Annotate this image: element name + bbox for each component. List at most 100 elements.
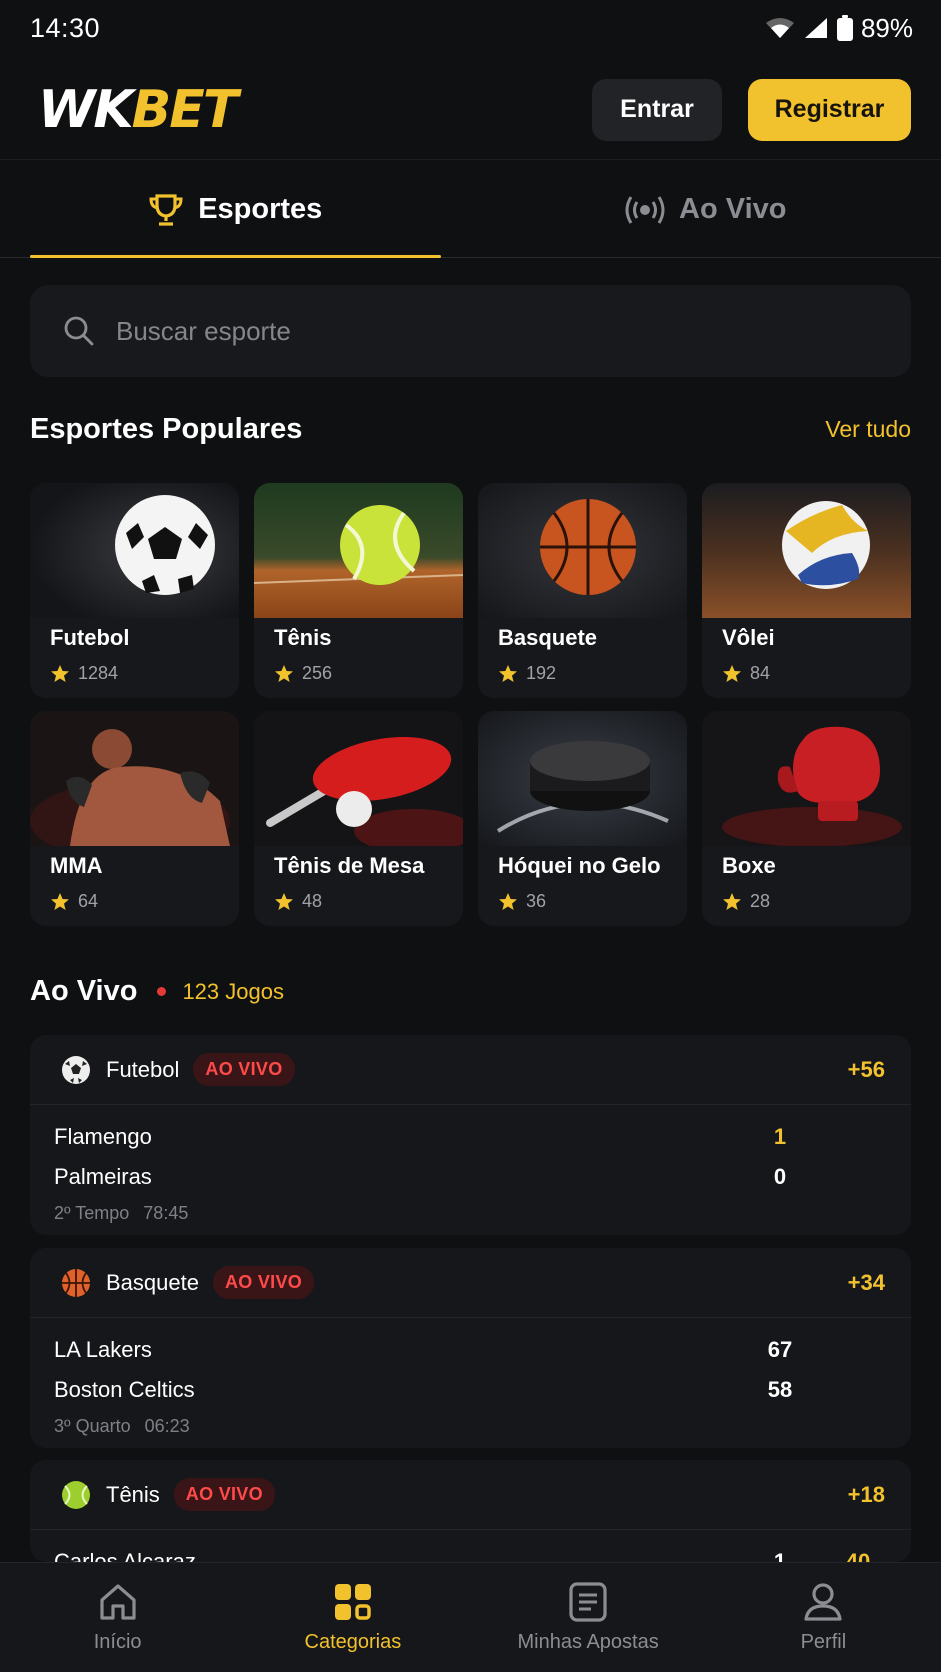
sport-name: Basquete	[498, 625, 598, 650]
live-match-card[interactable]: Basquete AO VIVO +34 LA Lakers 67 Boston…	[30, 1248, 911, 1448]
sport-card-futebol[interactable]: Futebol 1284	[30, 483, 239, 698]
sport-card-volei[interactable]: Vôlei 84	[702, 483, 911, 698]
basketball-image	[478, 483, 687, 618]
sport-card-mma[interactable]: MMA 64	[30, 711, 239, 926]
tab-esportes[interactable]: Esportes	[0, 162, 471, 258]
sport-card-boxe[interactable]: Boxe 28	[702, 711, 911, 926]
wifi-icon	[765, 18, 794, 38]
star-icon	[275, 664, 293, 682]
live-games-count: 123 Jogos	[182, 978, 284, 1004]
nav-categorias[interactable]: Categorias	[235, 1563, 470, 1672]
sport-meta: 1284	[50, 663, 118, 684]
sport-card-hoquei-no-gelo[interactable]: Hóquei no Gelo 36	[478, 711, 687, 926]
sport-count: 48	[302, 891, 323, 911]
sport-name: Hóquei no Gelo	[498, 853, 661, 878]
star-icon	[499, 892, 517, 910]
live-match-card[interactable]: Futebol AO VIVO +56 Flamengo 1 Palmeiras…	[30, 1035, 911, 1235]
nav-label: Início	[93, 1631, 142, 1653]
match-time: 06:23	[144, 1416, 190, 1436]
nav-minhas-apostas[interactable]: Minhas Apostas	[471, 1563, 706, 1672]
match-header: Basquete AO VIVO +34	[30, 1248, 911, 1318]
live-badge: AO VIVO	[173, 1478, 275, 1511]
sport-name: Vôlei	[722, 625, 775, 650]
tab-label: Esportes	[198, 193, 323, 225]
sport-meta: 84	[722, 663, 770, 684]
player-sets: 1	[773, 1549, 787, 1562]
team-score: 1	[773, 1124, 787, 1149]
more-markets[interactable]: +56	[848, 1057, 885, 1083]
home-icon	[100, 1584, 136, 1620]
fighter-image	[30, 711, 239, 846]
popular-sports-header: Esportes Populares Ver tudo	[30, 413, 911, 446]
nav-label: Perfil	[800, 1631, 847, 1653]
sport-meta: 256	[274, 663, 332, 684]
tennis-ball-icon	[62, 1480, 90, 1509]
team-score: 58	[767, 1377, 793, 1402]
match-header: Futebol AO VIVO +56	[30, 1035, 911, 1105]
search-input[interactable]	[116, 315, 816, 347]
app-header: WKBET Entrar Registrar	[0, 60, 941, 160]
live-section-header: Ao Vivo 123 Jogos	[30, 975, 284, 1008]
team-name: Boston Celtics	[54, 1377, 195, 1402]
sport-card-basquete[interactable]: Basquete 192	[478, 483, 687, 698]
sport-count: 84	[750, 663, 771, 683]
team-score: 67	[767, 1337, 793, 1362]
hockey-puck-image	[478, 711, 687, 846]
more-markets[interactable]: +18	[848, 1482, 885, 1508]
sport-card-tenis-de-mesa[interactable]: Tênis de Mesa 48	[254, 711, 463, 926]
sport-name: Boxe	[722, 853, 776, 878]
register-button[interactable]: Registrar	[748, 78, 911, 141]
live-badge: AO VIVO	[212, 1266, 315, 1299]
boxing-glove-image	[702, 711, 911, 846]
sport-name: Tênis de Mesa	[274, 853, 425, 878]
team-row: Palmeiras 0	[30, 1157, 911, 1197]
header-actions: Entrar Registrar	[592, 78, 911, 141]
sport-name: Futebol	[50, 625, 130, 650]
nav-inicio[interactable]: Início	[0, 1563, 235, 1672]
sport-count: 36	[526, 891, 547, 911]
more-markets[interactable]: +34	[848, 1270, 885, 1296]
signal-icon	[804, 18, 827, 38]
status-indicators: 89%	[765, 13, 913, 44]
star-icon	[723, 892, 741, 910]
live-match-card[interactable]: Tênis AO VIVO +18 Carlos Alcaraz 1 40	[30, 1460, 911, 1562]
sport-meta: 48	[274, 891, 322, 912]
sport-meta: 64	[50, 891, 98, 912]
sport-count: 1284	[78, 663, 119, 683]
star-icon	[275, 892, 293, 910]
sport-card-tenis[interactable]: Tênis 256	[254, 483, 463, 698]
team-row: LA Lakers 67	[30, 1330, 911, 1370]
broadcast-icon	[625, 195, 665, 224]
match-sport: Tênis	[106, 1481, 160, 1507]
soccer-ball-image	[30, 483, 239, 618]
soccer-ball-icon	[62, 1055, 90, 1084]
tab-ao-vivo[interactable]: Ao Vivo	[471, 162, 941, 257]
volleyball-image	[702, 483, 911, 618]
live-dot-icon	[157, 987, 167, 996]
see-all-link[interactable]: Ver tudo	[825, 416, 911, 443]
star-icon	[51, 892, 69, 910]
sport-count: 28	[750, 891, 771, 911]
match-sport: Futebol	[106, 1056, 180, 1082]
nav-label: Categorias	[304, 1631, 402, 1653]
main-tabs: Esportes Ao Vivo	[0, 162, 941, 258]
live-badge: AO VIVO	[193, 1053, 295, 1086]
sport-meta: 28	[722, 891, 770, 912]
sport-name: MMA	[50, 853, 103, 878]
nav-perfil[interactable]: Perfil	[706, 1563, 941, 1672]
status-bar: 14:30 89%	[0, 0, 941, 56]
search-bar[interactable]	[30, 285, 911, 377]
match-period: 3º Quarto	[54, 1416, 131, 1436]
sport-count: 64	[78, 891, 99, 911]
wkbet-logo[interactable]: WKBET	[38, 84, 238, 136]
match-time: 78:45	[143, 1203, 189, 1223]
player-points: 40	[845, 1549, 871, 1562]
login-button[interactable]: Entrar	[592, 78, 722, 141]
match-sport: Basquete	[106, 1269, 199, 1295]
star-icon	[723, 664, 741, 682]
player-name: Carlos Alcaraz	[54, 1549, 196, 1562]
section-title: Ao Vivo	[30, 975, 138, 1007]
sport-name: Tênis	[274, 625, 332, 650]
section-title: Esportes Populares	[30, 413, 303, 445]
receipt-icon	[569, 1582, 607, 1622]
